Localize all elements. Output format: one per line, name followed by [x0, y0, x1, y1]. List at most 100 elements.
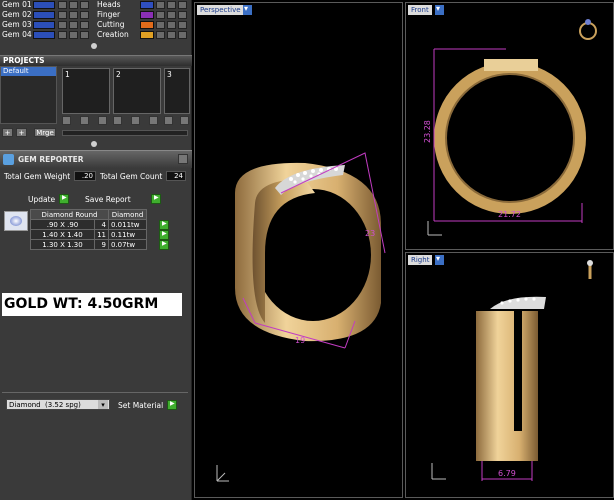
lock-icon[interactable]: [69, 31, 78, 39]
dimension-label: 23.28: [423, 120, 432, 143]
select-icon[interactable]: [178, 11, 187, 19]
ring-inner-edge: [445, 73, 575, 203]
project-thumb[interactable]: 2: [113, 68, 161, 114]
eye-icon[interactable]: [156, 21, 165, 29]
eye-icon[interactable]: [58, 21, 67, 29]
table-header-row: Diamond Round Diamond: [30, 209, 147, 220]
material-row[interactable]: Finger: [96, 10, 190, 20]
thumb-action-icon[interactable]: [80, 116, 89, 125]
lock-icon[interactable]: [167, 21, 176, 29]
gem-row[interactable]: Gem 02: [0, 10, 94, 20]
eye-icon[interactable]: [58, 31, 67, 39]
gem-row[interactable]: Gem 03: [0, 20, 94, 30]
gem-table: Diamond Round Diamond .90 X .90 4 0.011t…: [30, 209, 147, 250]
gem-color-swatch[interactable]: [33, 11, 55, 19]
select-icon[interactable]: [80, 21, 89, 29]
viewport-right[interactable]: Right 6.79: [405, 252, 614, 498]
lock-icon[interactable]: [167, 11, 176, 19]
row-select-button[interactable]: [159, 230, 169, 240]
gem-reporter-icon: [3, 154, 14, 165]
material-row[interactable]: Creation: [96, 30, 190, 40]
thumb-action-icon[interactable]: [113, 116, 122, 125]
select-icon[interactable]: [80, 31, 89, 39]
thumb-close-icon[interactable]: [149, 116, 158, 125]
project-item-default[interactable]: Default: [1, 67, 56, 76]
ring-groove: [514, 311, 522, 431]
set-material-label: Set Material: [118, 401, 164, 410]
perspective-render: 23 19: [216, 152, 386, 482]
select-icon[interactable]: [178, 21, 187, 29]
select-icon[interactable]: [178, 1, 187, 9]
gem-color-swatch[interactable]: [33, 31, 55, 39]
ring-front: [434, 62, 586, 214]
axis-gizmo-icon: [216, 465, 229, 482]
material-row[interactable]: Cutting: [96, 20, 190, 30]
viewport-front[interactable]: Front 23.28 21.72: [405, 2, 614, 250]
gem-color-swatch[interactable]: [33, 1, 55, 9]
diamond-icon: [10, 216, 22, 226]
project-thumb[interactable]: 1: [62, 68, 110, 114]
panel-close-icon[interactable]: [178, 154, 188, 164]
panel-splitter[interactable]: [0, 42, 192, 50]
material-color-swatch[interactable]: [140, 21, 154, 29]
eye-icon[interactable]: [156, 31, 165, 39]
update-label: Update: [28, 195, 56, 204]
material-select-value: Diamond: [9, 401, 41, 409]
material-color-swatch[interactable]: [140, 11, 154, 19]
gem-label: Gem 02: [2, 10, 32, 19]
material-select[interactable]: Diamond (3.52 spg) ▾: [6, 399, 110, 410]
total-count-value: 24: [166, 171, 186, 181]
thumb-close-icon[interactable]: [98, 116, 107, 125]
total-weight-value: .20: [74, 171, 96, 181]
material-row[interactable]: Heads: [96, 0, 190, 10]
gem-setting: [484, 59, 538, 71]
lock-icon[interactable]: [167, 1, 176, 9]
thumb-action-icon[interactable]: [164, 116, 173, 125]
panel-splitter[interactable]: [0, 140, 192, 148]
pendant-icon: [587, 260, 593, 279]
lock-icon[interactable]: [167, 31, 176, 39]
update-button[interactable]: [59, 194, 69, 204]
gem-row[interactable]: Gem 01: [0, 0, 94, 10]
gem-row[interactable]: Gem 04: [0, 30, 94, 40]
row-select-button[interactable]: [159, 240, 169, 250]
save-report-button[interactable]: [151, 194, 161, 204]
eye-icon[interactable]: [58, 11, 67, 19]
gem-size-cell: 1.30 X 1.30: [30, 239, 95, 250]
eye-icon[interactable]: [58, 1, 67, 9]
lock-icon[interactable]: [69, 1, 78, 9]
total-count-label: Total Gem Count: [100, 172, 163, 181]
select-icon[interactable]: [80, 11, 89, 19]
project-list[interactable]: Default: [0, 66, 57, 124]
lock-icon[interactable]: [69, 11, 78, 19]
material-color-swatch[interactable]: [140, 31, 154, 39]
thumb-action-icon[interactable]: [180, 116, 189, 125]
lock-icon[interactable]: [69, 21, 78, 29]
gem-color-swatch[interactable]: [33, 21, 55, 29]
add-item-button[interactable]: +: [16, 128, 27, 137]
thumb-action-icon[interactable]: [131, 116, 140, 125]
select-icon[interactable]: [80, 1, 89, 9]
eye-icon[interactable]: [156, 1, 165, 9]
splitter-knob-icon[interactable]: [91, 43, 97, 49]
row-select-button[interactable]: [159, 220, 169, 230]
thumb-action-icon[interactable]: [62, 116, 71, 125]
left-panel: Gem 01 Gem 02 Gem 03 Gem 04 Heads Finger: [0, 0, 192, 500]
thumb-number: 3: [167, 70, 172, 79]
axis-gizmo-icon: [431, 463, 446, 480]
select-icon[interactable]: [178, 31, 187, 39]
thumb-number: 2: [116, 70, 121, 79]
project-thumb[interactable]: 3: [164, 68, 190, 114]
viewport-perspective[interactable]: Perspective 23 19: [194, 2, 403, 498]
material-color-swatch[interactable]: [140, 1, 154, 9]
project-scrollbar[interactable]: [62, 130, 188, 136]
set-material-button[interactable]: [167, 400, 177, 410]
projects-header: PROJECTS: [0, 55, 192, 66]
splitter-knob-icon[interactable]: [91, 141, 97, 147]
material-label: Finger: [97, 10, 121, 19]
save-report-label: Save Report: [85, 195, 131, 204]
merge-button[interactable]: Mrge: [34, 128, 56, 137]
add-project-button[interactable]: +: [2, 128, 13, 137]
eye-icon[interactable]: [156, 11, 165, 19]
chevron-down-icon[interactable]: ▾: [98, 400, 108, 409]
